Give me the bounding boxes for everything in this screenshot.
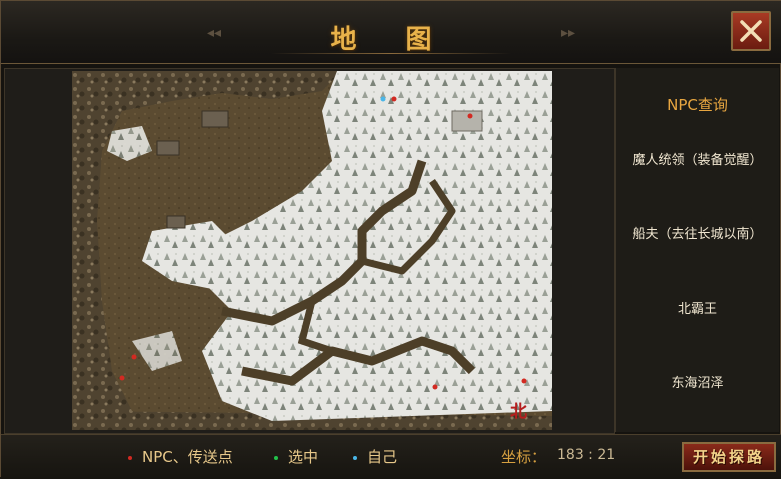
close-icon [740, 20, 762, 42]
npc-marker [119, 375, 125, 381]
map-terrain [72, 71, 552, 430]
start-pathfinding-button[interactable]: 开始探路 [682, 442, 776, 472]
npc-item-3[interactable]: 北霸王 [616, 298, 779, 317]
north-label: 北 [510, 402, 527, 422]
title-area: ◂◂ 地 图 ▸▸ [207, 9, 575, 61]
map-window: ◂◂ 地 图 ▸▸ 北 NPC查询 魔人统领（装备觉醒） 船夫（去往长城以南） … [0, 0, 781, 479]
blue-dot-icon [353, 455, 357, 460]
map-panel: 北 [4, 68, 615, 434]
coordinates-value: 183 : 21 [557, 447, 616, 463]
npc-marker [521, 378, 527, 384]
npc-panel-title: NPC查询 [667, 96, 728, 114]
title-bar: ◂◂ 地 图 ▸▸ [1, 1, 781, 64]
self-marker [380, 96, 386, 102]
npc-panel: NPC查询 魔人统领（装备觉醒） 船夫（去往长城以南） 北霸王 东海沼泽 [615, 68, 779, 432]
npc-item-4[interactable]: 东海沼泽 [616, 372, 779, 391]
green-dot-icon [274, 455, 278, 460]
title-divider [271, 53, 511, 54]
legend-selected-label: 选中 [288, 448, 319, 466]
legend-self-label: 自己 [367, 448, 398, 466]
title-ornament-right: ▸▸ [560, 25, 575, 41]
coordinates-label: 坐标： [501, 448, 547, 466]
npc-marker [131, 354, 137, 360]
red-dot-icon [128, 455, 132, 460]
legend-npc-label: NPC、传送点 [142, 448, 233, 466]
npc-item-1[interactable]: 魔人统领（装备觉醒） [616, 149, 779, 168]
legend-self: 自己 [353, 446, 397, 467]
legend-npc: NPC、传送点 [128, 446, 233, 467]
npc-marker [432, 384, 438, 390]
close-button[interactable] [731, 11, 771, 51]
npc-item-2[interactable]: 船夫（去往长城以南） [616, 223, 779, 242]
npc-marker [467, 113, 473, 119]
world-map[interactable]: 北 [72, 71, 552, 430]
legend-selected: 选中 [274, 446, 318, 467]
window-title: 地 图 [330, 25, 452, 55]
bottom-bar: NPC、传送点 选中 自己 坐标： 183 : 21 开始探路 [1, 434, 781, 479]
title-ornament-left: ◂◂ [207, 25, 222, 41]
npc-marker [391, 96, 397, 102]
